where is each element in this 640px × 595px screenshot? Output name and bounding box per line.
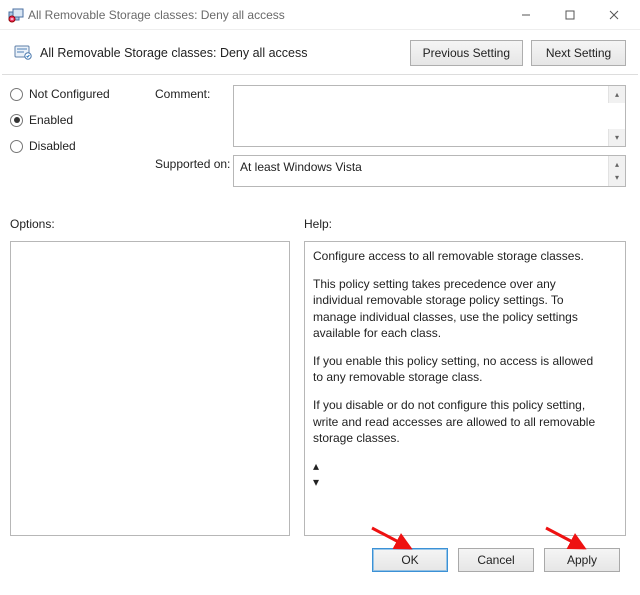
apply-button[interactable]: Apply (544, 548, 620, 572)
cancel-button[interactable]: Cancel (458, 548, 534, 572)
radio-dot-icon (10, 88, 23, 101)
supported-textbox: At least Windows Vista ▴ ▾ (233, 155, 626, 187)
fields-column: Comment: ▴ ▾ Supported on: At least Wind… (155, 85, 626, 195)
help-paragraph: If you disable or do not configure this … (313, 397, 603, 446)
radio-label: Disabled (29, 139, 76, 153)
scroll-up-icon[interactable]: ▴ (313, 458, 603, 474)
comment-row: Comment: ▴ ▾ (155, 85, 626, 147)
supported-value: At least Windows Vista (240, 160, 362, 174)
help-label: Help: (290, 217, 626, 231)
comment-label: Comment: (155, 85, 233, 101)
comment-textbox[interactable]: ▴ ▾ (233, 85, 626, 147)
radio-dot-selected-icon (10, 114, 23, 127)
radio-label: Not Configured (29, 87, 110, 101)
scroll-down-icon[interactable]: ▾ (608, 129, 625, 146)
supported-label: Supported on: (155, 155, 233, 171)
help-pane: Configure access to all removable storag… (304, 241, 626, 536)
radio-enabled[interactable]: Enabled (10, 113, 155, 127)
radio-disabled[interactable]: Disabled (10, 139, 155, 153)
options-pane (10, 241, 290, 536)
section-labels: Options: Help: (0, 201, 640, 235)
policy-title-text: All Removable Storage classes: Deny all … (40, 46, 307, 60)
policy-icon (14, 43, 32, 64)
radio-dot-icon (10, 140, 23, 153)
policy-title-row: All Removable Storage classes: Deny all … (14, 43, 402, 64)
help-paragraph: If you enable this policy setting, no ac… (313, 353, 603, 385)
options-label: Options: (10, 217, 290, 231)
supported-row: Supported on: At least Windows Vista ▴ ▾ (155, 155, 626, 187)
dialog-footer: OK Cancel Apply (0, 540, 640, 582)
radio-not-configured[interactable]: Not Configured (10, 87, 155, 101)
close-button[interactable] (592, 0, 636, 30)
scroll-down-icon[interactable]: ▾ (313, 474, 603, 490)
state-radio-group: Not Configured Enabled Disabled (10, 85, 155, 195)
panes-row: Configure access to all removable storag… (0, 235, 640, 540)
help-paragraph: This policy setting takes precedence ove… (313, 276, 603, 341)
scroll-down-icon[interactable]: ▾ (608, 169, 625, 186)
next-setting-button[interactable]: Next Setting (531, 40, 626, 66)
maximize-button[interactable] (548, 0, 592, 30)
previous-setting-button[interactable]: Previous Setting (410, 40, 523, 66)
titlebar: All Removable Storage classes: Deny all … (0, 0, 640, 30)
window-title: All Removable Storage classes: Deny all … (24, 8, 504, 22)
minimize-button[interactable] (504, 0, 548, 30)
config-area: Not Configured Enabled Disabled Comment:… (0, 75, 640, 201)
ok-button[interactable]: OK (372, 548, 448, 572)
policy-app-icon (8, 7, 24, 23)
policy-header: All Removable Storage classes: Deny all … (0, 30, 640, 72)
scroll-up-icon[interactable]: ▴ (608, 86, 625, 103)
help-paragraph: Configure access to all removable storag… (313, 248, 603, 264)
radio-label: Enabled (29, 113, 73, 127)
